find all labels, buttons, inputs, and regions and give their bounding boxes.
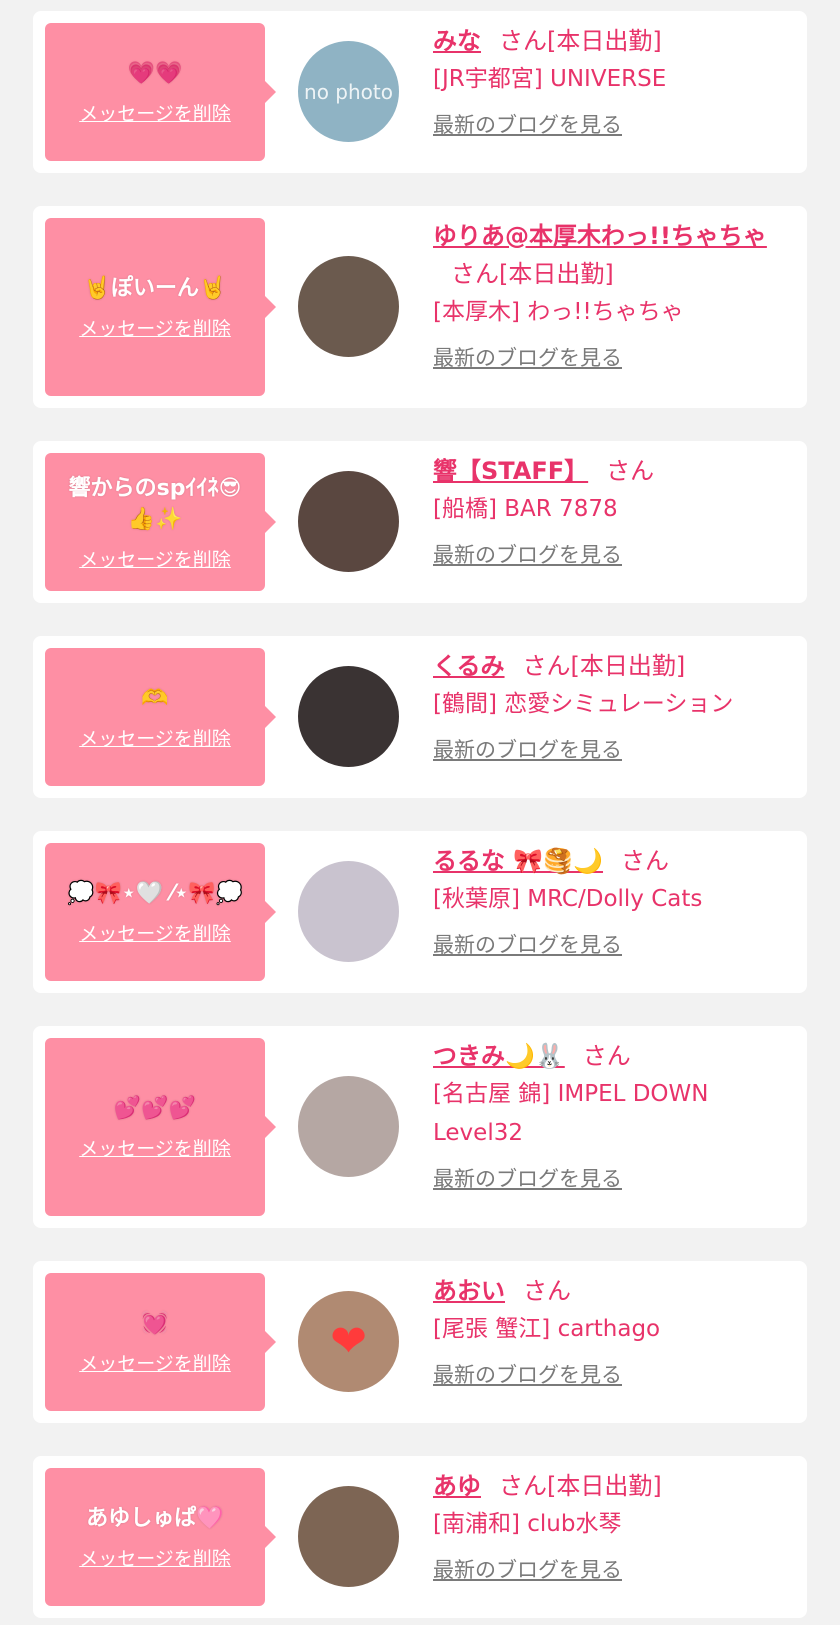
cast-info: あゆ さん[本日出勤] [南浦和] club水琴 最新のブログを見る [433,1467,777,1584]
latest-blog-link[interactable]: 最新のブログを見る [433,734,622,764]
cast-info: あおい さん [尾張 蟹江] carthago 最新のブログを見る [433,1272,777,1389]
name-line: あゆ さん[本日出勤] [433,1467,777,1505]
name-suffix: さん[本日出勤] [522,652,686,680]
no-photo-placeholder: no photo [304,79,393,104]
delete-message-link[interactable]: メッセージを削除 [79,1544,231,1571]
shop-label: [南浦和] club水琴 [433,1511,622,1537]
latest-blog-link[interactable]: 最新のブログを見る [433,342,622,372]
name-suffix: さん[本日出勤] [451,260,614,288]
message-card: 響からのspｲｲﾈ😎 👍✨ メッセージを削除 響【STAFF】 さん [船橋] B… [33,441,807,603]
message-text: 💕💕💕 [113,1096,197,1121]
name-line: くるみ さん[本日出勤] [433,647,777,685]
shop-label: [鶴間] 恋愛シミュレーション [433,691,734,717]
avatar[interactable]: no photo [298,41,399,142]
avatar[interactable]: ❤ [298,1291,399,1392]
message-text: 響からのspｲｲﾈ😎 👍✨ [68,475,242,532]
message-card: 💗💗 メッセージを削除 no photo みな さん[本日出勤] [JR宇都宮] … [33,11,807,173]
latest-blog-link[interactable]: 最新のブログを見る [433,109,622,139]
cast-name-link[interactable]: ゆりあ@本厚木わっ!!ちゃちゃ [433,222,767,250]
avatar[interactable] [298,861,399,962]
cast-name-link[interactable]: あおい [433,1277,505,1305]
message-bubble: 💓 メッセージを削除 [45,1273,276,1411]
cast-info: みな さん[本日出勤] [JR宇都宮] UNIVERSE 最新のブログを見る [433,22,777,139]
name-line: みな さん[本日出勤] [433,22,777,60]
delete-message-link[interactable]: メッセージを削除 [79,99,231,126]
cast-name-link[interactable]: みな [433,27,481,55]
delete-message-link[interactable]: メッセージを削除 [79,545,231,572]
cast-name-link[interactable]: るるな 🎀🥞🌙 [433,847,603,875]
message-text: 💭🎀⋆🤍 ⁄⋆🎀💭 [67,881,243,906]
shop-label: [名古屋 錦] IMPEL DOWN Level32 [433,1081,709,1146]
name-suffix: さん [582,1042,631,1070]
message-text: 💓 [141,1311,169,1336]
latest-blog-link[interactable]: 最新のブログを見る [433,929,622,959]
cast-info: るるな 🎀🥞🌙 さん [秋葉原] MRC/Dolly Cats 最新のブログを見る [433,842,777,959]
message-card: 💕💕💕 メッセージを削除 つきみ🌙🐰 さん [名古屋 錦] IMPEL DOWN … [33,1026,807,1228]
name-suffix: さん[本日出勤] [499,27,662,55]
delete-message-link[interactable]: メッセージを削除 [79,1134,231,1161]
message-text: あゆしゅぱ🩷 [86,1506,224,1531]
cast-name-link[interactable]: つきみ🌙🐰 [433,1042,565,1070]
avatar[interactable] [298,471,399,572]
message-card: 🤘ぽいーん🤘 メッセージを削除 ゆりあ@本厚木わっ!!ちゃちゃさん[本日出勤] … [33,206,807,408]
message-card: 💓 メッセージを削除 ❤ あおい さん [尾張 蟹江] carthago 最新のブ… [33,1261,807,1423]
message-card: あゆしゅぱ🩷 メッセージを削除 あゆ さん[本日出勤] [南浦和] club水琴 … [33,1456,807,1618]
name-line: ゆりあ@本厚木わっ!!ちゃちゃさん[本日出勤] [433,217,777,293]
latest-blog-link[interactable]: 最新のブログを見る [433,539,622,569]
name-suffix: さん[本日出勤] [499,1472,662,1500]
message-text: 💗💗 [127,61,183,86]
message-text: 🫶 [141,686,169,711]
latest-blog-link[interactable]: 最新のブログを見る [433,1554,622,1584]
avatar[interactable] [298,256,399,357]
heart-avatar: ❤ [330,1315,367,1367]
delete-message-link[interactable]: メッセージを削除 [79,1349,231,1376]
avatar[interactable] [298,1076,399,1177]
avatar[interactable] [298,1486,399,1587]
shop-label: [船橋] BAR 7878 [433,496,618,522]
name-line: あおい さん [433,1272,777,1310]
message-bubble: 🫶 メッセージを削除 [45,648,276,786]
message-bubble: あゆしゅぱ🩷 メッセージを削除 [45,1468,276,1606]
cast-info: 響【STAFF】 さん [船橋] BAR 7878 最新のブログを見る [433,452,777,569]
shop-label: [尾張 蟹江] carthago [433,1316,661,1342]
delete-message-link[interactable]: メッセージを削除 [79,919,231,946]
name-suffix: さん [621,847,670,875]
cast-name-link[interactable]: 響【STAFF】 [433,457,588,485]
cast-name-link[interactable]: あゆ [433,1472,481,1500]
name-line: るるな 🎀🥞🌙 さん [433,842,777,880]
cast-info: ゆりあ@本厚木わっ!!ちゃちゃさん[本日出勤] [本厚木] わっ!!ちゃちゃ 最… [433,217,777,372]
message-bubble: 💕💕💕 メッセージを削除 [45,1038,276,1216]
shop-label: [本厚木] わっ!!ちゃちゃ [433,299,684,325]
name-suffix: さん [523,1277,571,1305]
shop-label: [秋葉原] MRC/Dolly Cats [433,886,703,912]
cast-name-link[interactable]: くるみ [433,652,505,680]
message-card: 💭🎀⋆🤍 ⁄⋆🎀💭 メッセージを削除 るるな 🎀🥞🌙 さん [秋葉原] MRC/D… [33,831,807,993]
delete-message-link[interactable]: メッセージを削除 [79,314,231,341]
cast-info: くるみ さん[本日出勤] [鶴間] 恋愛シミュレーション 最新のブログを見る [433,647,777,764]
name-line: つきみ🌙🐰 さん [433,1037,777,1075]
message-bubble: 💭🎀⋆🤍 ⁄⋆🎀💭 メッセージを削除 [45,843,276,981]
delete-message-link[interactable]: メッセージを削除 [79,724,231,751]
message-bubble: 🤘ぽいーん🤘 メッセージを削除 [45,218,276,396]
message-text: 🤘ぽいーん🤘 [83,276,227,301]
message-bubble: 💗💗 メッセージを削除 [45,23,276,161]
latest-blog-link[interactable]: 最新のブログを見る [433,1163,622,1193]
avatar[interactable] [298,666,399,767]
name-line: 響【STAFF】 さん [433,452,777,490]
name-suffix: さん [606,457,655,485]
message-list: 💗💗 メッセージを削除 no photo みな さん[本日出勤] [JR宇都宮] … [0,0,840,1618]
message-card: 🫶 メッセージを削除 くるみ さん[本日出勤] [鶴間] 恋愛シミュレーション 最… [33,636,807,798]
cast-info: つきみ🌙🐰 さん [名古屋 錦] IMPEL DOWN Level32 最新のブロ… [433,1037,777,1193]
message-bubble: 響からのspｲｲﾈ😎 👍✨ メッセージを削除 [45,453,276,591]
latest-blog-link[interactable]: 最新のブログを見る [433,1359,622,1389]
shop-label: [JR宇都宮] UNIVERSE [433,66,667,92]
